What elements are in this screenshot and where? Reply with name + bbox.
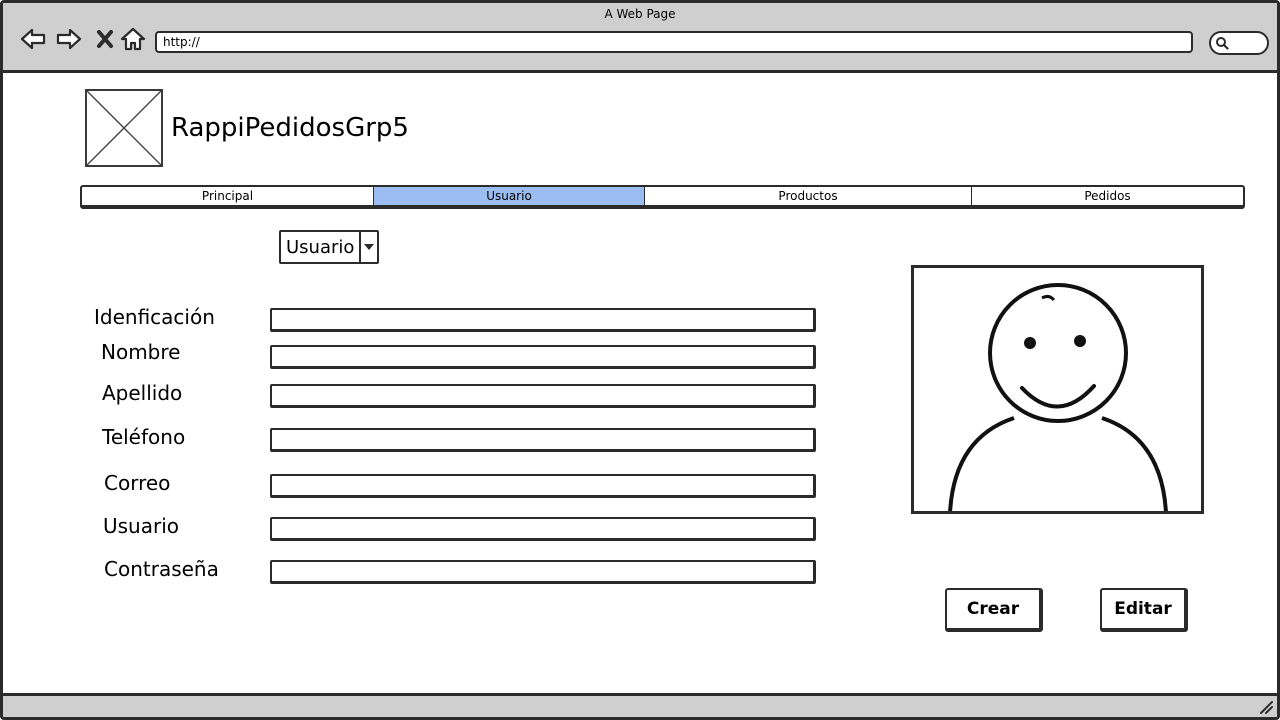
input-telefono[interactable] (270, 428, 816, 452)
user-avatar-icon (948, 283, 1168, 511)
tab-label: Pedidos (1084, 189, 1131, 203)
tab-productos[interactable]: Productos (645, 187, 972, 205)
dropdown-value: Usuario (286, 236, 355, 258)
input-apellido[interactable] (270, 384, 816, 408)
label-telefono: Teléfono (102, 425, 186, 449)
label-apellido: Apellido (102, 381, 183, 405)
browser-window: A Web Page http:// RappiPedidosGrp5 Prin… (0, 0, 1280, 720)
label-contrasena: Contraseña (104, 557, 219, 581)
home-button[interactable] (117, 23, 149, 55)
forward-button[interactable] (53, 23, 85, 55)
input-identificacion[interactable] (270, 308, 816, 332)
tab-label: Usuario (486, 189, 532, 203)
back-arrow-icon (20, 28, 46, 50)
search-icon (1216, 37, 1229, 50)
create-button[interactable]: Crear (945, 588, 1043, 632)
edit-button[interactable]: Editar (1100, 588, 1188, 632)
input-correo[interactable] (270, 474, 816, 498)
browser-toolbar: A Web Page http:// (3, 3, 1277, 73)
tab-pedidos[interactable]: Pedidos (972, 187, 1243, 205)
tab-principal[interactable]: Principal (82, 187, 374, 205)
window-title: A Web Page (604, 7, 676, 21)
tab-usuario[interactable]: Usuario (374, 187, 645, 205)
input-contrasena[interactable] (270, 560, 816, 584)
close-x-icon (97, 30, 113, 48)
logo-image-placeholder (85, 89, 163, 167)
label-usuario: Usuario (103, 514, 180, 538)
search-box[interactable] (1209, 31, 1269, 55)
user-avatar-image (911, 265, 1204, 514)
forward-arrow-icon (56, 28, 82, 50)
caret-down-icon (364, 244, 374, 250)
url-bar[interactable]: http:// (155, 31, 1193, 53)
home-icon (120, 27, 146, 51)
label-nombre: Nombre (101, 340, 181, 364)
input-usuario[interactable] (270, 517, 816, 541)
label-correo: Correo (104, 471, 171, 495)
entity-dropdown[interactable]: Usuario (279, 230, 379, 264)
tab-label: Principal (201, 189, 254, 203)
main-tab-bar: Principal Usuario Productos Pedidos (80, 185, 1245, 209)
input-nombre[interactable] (270, 345, 816, 369)
tab-label: Productos (778, 189, 838, 203)
app-title: RappiPedidosGrp5 (171, 113, 409, 143)
image-placeholder-icon (87, 91, 161, 165)
dropdown-toggle[interactable] (359, 232, 377, 262)
browser-status-bar (3, 693, 1277, 717)
resize-grip-icon[interactable] (1259, 700, 1273, 714)
back-button[interactable] (17, 23, 49, 55)
label-identificacion: Idenficación (94, 305, 215, 329)
